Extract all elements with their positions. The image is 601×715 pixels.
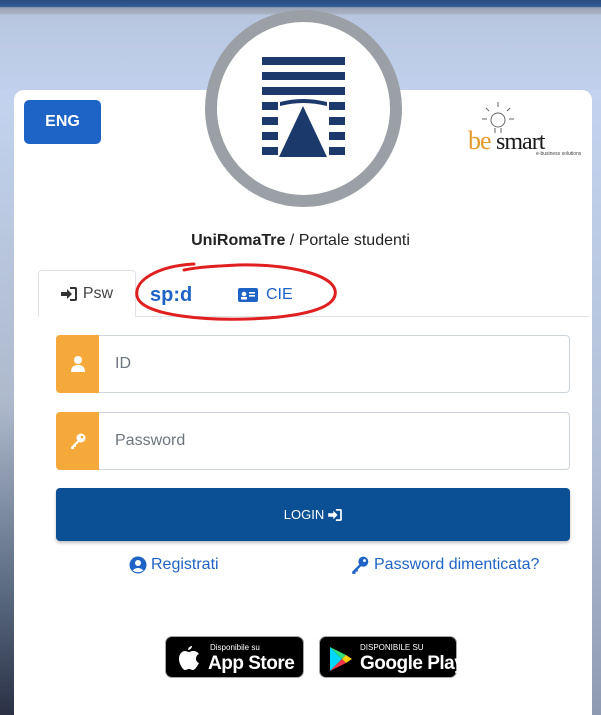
university-logo (205, 10, 402, 207)
tab-password[interactable]: Psw (38, 270, 136, 317)
google-play-label: Google Play (360, 653, 465, 674)
google-play-small-label: DISPONIBILE SU (360, 643, 424, 652)
register-link[interactable]: Registrati (129, 553, 219, 577)
forgot-password-link[interactable]: Password dimenticata? (350, 553, 539, 577)
background-right (591, 90, 601, 715)
google-play-icon (330, 647, 352, 671)
key-icon (56, 412, 99, 470)
university-name: UniRomaTre (191, 232, 286, 249)
background-left (0, 90, 14, 715)
sign-in-icon (328, 508, 343, 521)
language-button[interactable]: ENG (24, 100, 101, 144)
key-icon (352, 556, 369, 574)
register-link-label: Registrati (151, 556, 219, 573)
id-input-group (56, 335, 570, 393)
forgot-password-label: Password dimenticata? (374, 556, 540, 573)
partner-wordmark: be smart (468, 126, 545, 156)
app-store-label: App Store (208, 653, 295, 674)
annotation-circle (135, 262, 337, 321)
partner-logo: be smart e-business solutions (466, 98, 594, 160)
tab-password-label: Psw (82, 284, 114, 302)
title-separator: / (285, 232, 299, 249)
id-input[interactable] (99, 335, 570, 393)
login-button[interactable]: LOGIN (56, 488, 570, 541)
password-input-group (56, 412, 570, 470)
login-button-label: LOGIN (283, 507, 325, 522)
user-circle-icon (129, 556, 147, 574)
portal-name: Portale studenti (298, 232, 410, 249)
app-store-small-label: Disponibile su (210, 643, 260, 652)
page-title: UniRomaTre / Portale studenti (0, 232, 601, 250)
sign-in-icon (60, 286, 77, 301)
apple-icon (179, 646, 199, 670)
app-store-button[interactable]: Disponibile su App Store (165, 636, 304, 678)
user-icon (56, 335, 99, 393)
partner-brand-be: be (468, 126, 492, 155)
google-play-button[interactable]: DISPONIBILE SU Google Play (319, 636, 465, 678)
password-input[interactable] (99, 412, 570, 470)
roma-tre-emblem-icon (262, 57, 345, 157)
partner-tagline: e-business solutions (536, 151, 582, 157)
